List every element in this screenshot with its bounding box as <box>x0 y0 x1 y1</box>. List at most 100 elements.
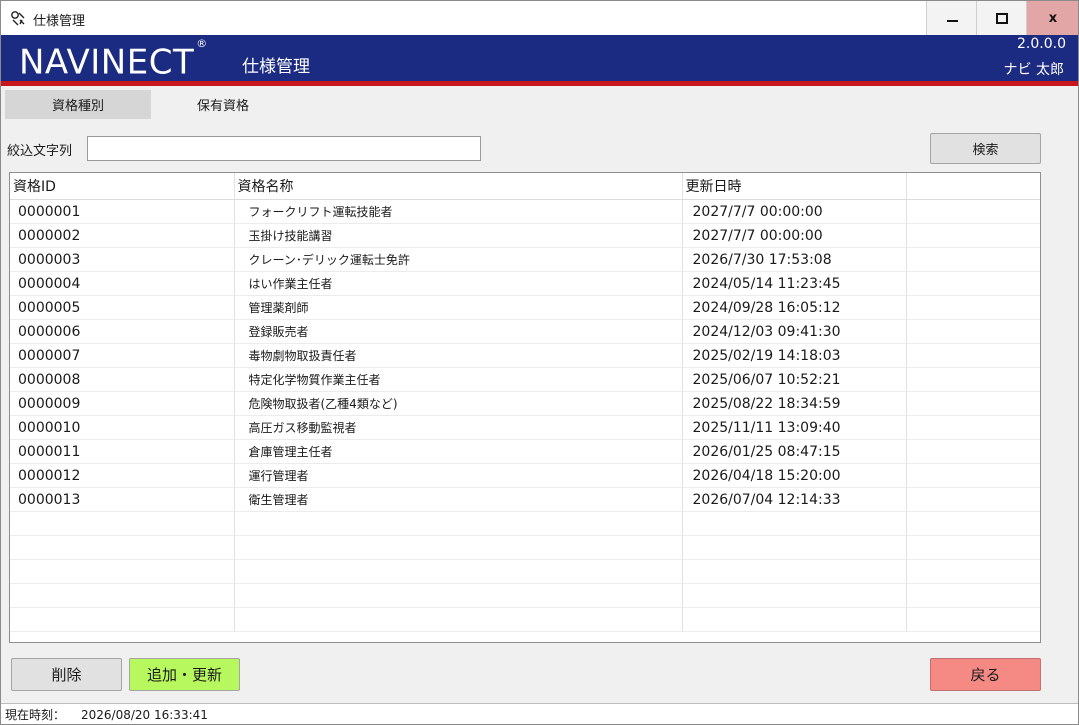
cell-updated: 2027/7/7 00:00:00 <box>682 223 907 248</box>
version-label: 2.0.0.0 <box>1017 36 1066 52</box>
current-time-value: 2026/08/20 16:33:41 <box>81 707 208 722</box>
cell-name: 登録販売者 <box>234 319 683 344</box>
cell-name: 高圧ガス移動監視者 <box>234 415 683 440</box>
table-row[interactable]: 0000005 管理薬剤師 2024/09/28 16:05:12 <box>10 295 1040 320</box>
table-row[interactable]: 0000003 クレーン･デリック運転士免許 2026/7/30 17:53:08 <box>10 247 1040 272</box>
cell-id: 0000007 <box>10 343 235 368</box>
cell-updated <box>682 559 907 584</box>
cell-updated <box>682 511 907 536</box>
cell-filler <box>906 511 1040 536</box>
table-row[interactable]: 0000010 高圧ガス移動監視者 2025/11/11 13:09:40 <box>10 415 1040 440</box>
cell-name: フォークリフト運転技能者 <box>234 199 683 224</box>
user-name: ナビ 太郎 <box>1003 62 1064 78</box>
cell-updated: 2026/07/04 12:14:33 <box>682 487 907 512</box>
cell-name <box>234 559 683 584</box>
column-header-updated[interactable]: 更新日時 <box>682 173 907 200</box>
cell-filler <box>906 223 1040 248</box>
table-row[interactable]: 0000007 毒物劇物取扱責任者 2025/02/19 14:18:03 <box>10 343 1040 368</box>
cell-updated: 2025/08/22 18:34:59 <box>682 391 907 416</box>
cell-name <box>234 607 683 632</box>
qualification-table: 資格ID 資格名称 更新日時 0000001 フォークリフト運転技能者 2027/7… <box>10 173 1040 632</box>
cell-filler <box>906 439 1040 464</box>
cell-updated <box>682 607 907 632</box>
logo-text: NAVINECT <box>19 42 195 83</box>
qualification-grid[interactable]: 資格ID 資格名称 更新日時 0000001 フォークリフト運転技能者 2027/7… <box>9 172 1041 643</box>
cell-name: クレーン･デリック運転士免許 <box>234 247 683 272</box>
cell-filler <box>906 559 1040 584</box>
cell-id: 0000006 <box>10 319 235 344</box>
cell-name <box>234 583 683 608</box>
cell-id <box>10 559 235 584</box>
empty-row[interactable] <box>10 511 1040 536</box>
cell-id: 0000008 <box>10 367 235 392</box>
cell-name <box>234 535 683 560</box>
cell-filler <box>906 535 1040 560</box>
table-row[interactable]: 0000002 玉掛け技能講習 2027/7/7 00:00:00 <box>10 223 1040 248</box>
minimize-button[interactable] <box>926 1 977 35</box>
title-bar[interactable]: 仕様管理 x <box>1 1 1078 35</box>
cell-updated: 2025/11/11 13:09:40 <box>682 415 907 440</box>
back-button[interactable]: 戻る <box>930 658 1041 691</box>
cell-id: 0000009 <box>10 391 235 416</box>
delete-button[interactable]: 削除 <box>11 658 122 691</box>
cell-id: 0000012 <box>10 463 235 488</box>
cell-filler <box>906 463 1040 488</box>
cell-name: 運行管理者 <box>234 463 683 488</box>
empty-row[interactable] <box>10 607 1040 632</box>
cell-filler <box>906 583 1040 608</box>
table-row[interactable]: 0000006 登録販売者 2024/12/03 09:41:30 <box>10 319 1040 344</box>
table-row[interactable]: 0000004 はい作業主任者 2024/05/14 11:23:45 <box>10 271 1040 296</box>
cell-name: 玉掛け技能講習 <box>234 223 683 248</box>
tab-qualification-type[interactable]: 資格種別 <box>5 90 151 119</box>
cell-id: 0000001 <box>10 199 235 224</box>
cell-updated <box>682 583 907 608</box>
empty-row[interactable] <box>10 583 1040 608</box>
cell-updated: 2026/04/18 15:20:00 <box>682 463 907 488</box>
cell-updated: 2027/7/7 00:00:00 <box>682 199 907 224</box>
cell-name <box>234 511 683 536</box>
cell-updated: 2026/7/30 17:53:08 <box>682 247 907 272</box>
cell-filler <box>906 415 1040 440</box>
column-header-id[interactable]: 資格ID <box>10 173 235 200</box>
close-button[interactable]: x <box>1026 1 1078 35</box>
cell-id: 0000011 <box>10 439 235 464</box>
app-icon <box>11 11 25 26</box>
registered-mark: ® <box>196 37 208 50</box>
table-row[interactable]: 0000013 衛生管理者 2026/07/04 12:14:33 <box>10 487 1040 512</box>
cell-filler <box>906 295 1040 320</box>
cell-filler <box>906 487 1040 512</box>
cell-name: 危険物取扱者(乙種4類など) <box>234 391 683 416</box>
cell-name: 管理薬剤師 <box>234 295 683 320</box>
search-button[interactable]: 検索 <box>930 133 1041 164</box>
minimize-icon <box>946 20 958 22</box>
maximize-icon <box>996 12 1008 24</box>
cell-filler <box>906 607 1040 632</box>
cell-name: 毒物劇物取扱責任者 <box>234 343 683 368</box>
cell-updated: 2025/06/07 10:52:21 <box>682 367 907 392</box>
cell-name: 特定化学物質作業主任者 <box>234 367 683 392</box>
add-update-button[interactable]: 追加・更新 <box>129 658 240 691</box>
cell-updated: 2024/09/28 16:05:12 <box>682 295 907 320</box>
cell-name: はい作業主任者 <box>234 271 683 296</box>
cell-id: 0000005 <box>10 295 235 320</box>
table-row[interactable]: 0000008 特定化学物質作業主任者 2025/06/07 10:52:21 <box>10 367 1040 392</box>
tab-held-qualifications[interactable]: 保有資格 <box>150 90 296 119</box>
maximize-button[interactable] <box>976 1 1027 35</box>
cell-filler <box>906 367 1040 392</box>
cell-filler <box>906 271 1040 296</box>
filter-label: 絞込文字列 <box>7 144 73 159</box>
table-row[interactable]: 0000012 運行管理者 2026/04/18 15:20:00 <box>10 463 1040 488</box>
cell-filler <box>906 319 1040 344</box>
cell-updated: 2024/12/03 09:41:30 <box>682 319 907 344</box>
empty-row[interactable] <box>10 535 1040 560</box>
cell-updated <box>682 535 907 560</box>
table-row[interactable]: 0000001 フォークリフト運転技能者 2027/7/7 00:00:00 <box>10 199 1040 224</box>
cell-id <box>10 535 235 560</box>
app-window: 仕様管理 x NAVINECT ® 仕様管理 2.0.0.0 ナビ 太郎 資格種別… <box>0 0 1079 725</box>
table-header-row: 資格ID 資格名称 更新日時 <box>10 173 1040 200</box>
column-header-name[interactable]: 資格名称 <box>234 173 683 200</box>
empty-row[interactable] <box>10 559 1040 584</box>
table-row[interactable]: 0000009 危険物取扱者(乙種4類など) 2025/08/22 18:34:59 <box>10 391 1040 416</box>
table-row[interactable]: 0000011 倉庫管理主任者 2026/01/25 08:47:15 <box>10 439 1040 464</box>
filter-input[interactable] <box>87 136 481 161</box>
